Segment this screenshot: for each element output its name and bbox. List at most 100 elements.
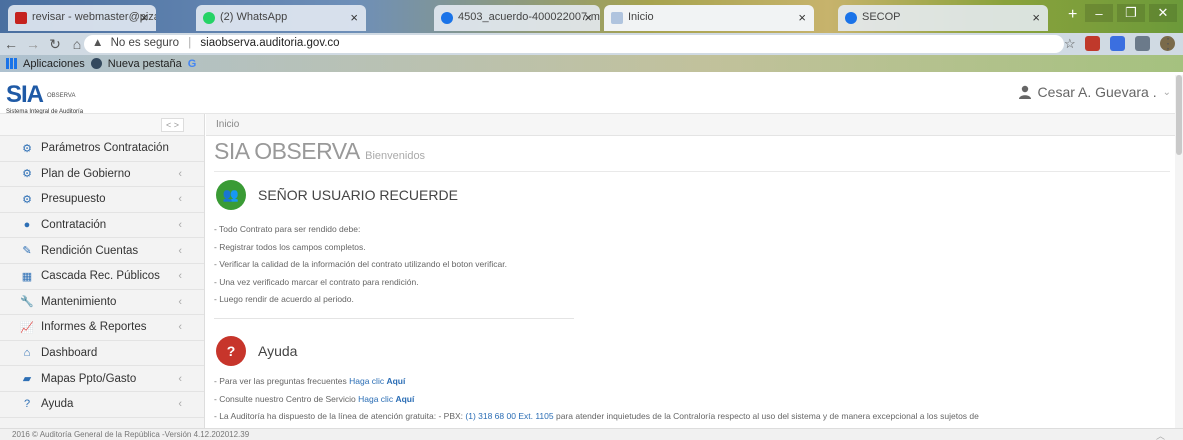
close-window-icon[interactable]: ✕ (1149, 4, 1177, 22)
user-menu[interactable]: Cesar A. Guevara . ⌄ (1018, 84, 1171, 100)
reload-icon[interactable]: ↻ (44, 36, 66, 53)
close-icon[interactable]: × (1032, 10, 1040, 25)
page-scrollbar[interactable] (1175, 75, 1183, 428)
apps-grid-icon[interactable] (6, 58, 17, 69)
browser-tab[interactable]: SECOP × (838, 5, 1048, 31)
sidebar-item-label: Presupuesto (41, 193, 106, 206)
browser-tab[interactable]: 4503_acuerdo-400022007-mane × (434, 5, 600, 31)
sidebar-item-label: Plan de Gobierno (41, 167, 131, 180)
breadcrumb-item[interactable]: Inicio (216, 119, 239, 130)
reminder-line: - Registrar todos los campos completos. (214, 241, 366, 252)
close-icon[interactable]: × (140, 10, 148, 25)
sidebar-toggle-row: < > (0, 114, 204, 136)
minimize-icon[interactable]: – (1085, 4, 1113, 22)
globe-icon (90, 58, 102, 69)
reminder-line: - Todo Contrato para ser rendido debe: (214, 224, 361, 234)
bookmark-star-icon[interactable]: ☆ (1064, 36, 1076, 52)
breadcrumb: Inicio (206, 114, 1175, 136)
new-tab-button[interactable]: + (1068, 6, 1077, 24)
bookmark-new-tab[interactable]: Nueva pestaña (108, 58, 182, 70)
user-name: Cesar A. Guevara . (1037, 84, 1157, 100)
puzzle-icon[interactable] (1135, 36, 1150, 51)
sidebar-item-cascada-rec-p-blicos[interactable]: ▦ Cascada Rec. Públicos ‹ (0, 264, 204, 290)
reminder-line: - Una vez verificado marcar el contrato … (214, 276, 419, 287)
cogs-icon: ⚙ (22, 142, 32, 155)
chevron-left-icon: ‹ (178, 219, 182, 232)
chevron-left-icon: ‹ (178, 270, 182, 283)
phone-link[interactable]: (1) 318 68 00 Ext. 1105 (465, 411, 553, 421)
scrollbar-thumb[interactable] (1176, 75, 1182, 155)
sidebar-item-label: Ayuda (41, 398, 74, 411)
sidebar-item-label: Rendición Cuentas (41, 244, 139, 257)
google-icon[interactable]: G (188, 58, 197, 70)
reminder-line: - Luego rendir de acuerdo al periodo. (214, 294, 354, 304)
cogs-icon: ⚙ (22, 193, 32, 206)
tab-label: (2) WhatsApp (220, 11, 288, 23)
close-icon[interactable]: × (350, 10, 358, 25)
browser-tab[interactable]: revisar - webmaster@pizasaesp × (8, 5, 156, 31)
browser-tab[interactable]: (2) WhatsApp × (196, 5, 366, 31)
extension-icon[interactable] (1085, 36, 1100, 51)
faq-link-bold: Aquí (386, 376, 406, 386)
faq-link[interactable]: Haga clic Aquí (349, 376, 405, 386)
faq-line: - Para ver las preguntas frecuentes Haga… (214, 376, 979, 394)
extension-icon[interactable] (1110, 36, 1125, 51)
maximize-icon[interactable]: ❐ (1117, 4, 1145, 22)
sidebar-item-label: Parámetros Contratación (41, 142, 169, 155)
chevron-left-icon: ‹ (178, 193, 182, 206)
user-icon (1018, 85, 1031, 99)
close-icon[interactable]: × (584, 10, 592, 25)
reminder-title: SEÑOR USUARIO RECUERDE (258, 187, 458, 203)
chevron-down-icon: ⌄ (1162, 86, 1171, 98)
faq-text: - Para ver las preguntas frecuentes (214, 376, 350, 386)
sidebar-item-presupuesto[interactable]: ⚙ Presupuesto ‹ (0, 187, 204, 213)
chevron-up-icon[interactable]: ︿ (1156, 429, 1165, 440)
cogs-icon: ⚙ (22, 168, 32, 181)
gmail-icon (15, 12, 27, 24)
main-content: Inicio SIA OBSERVA Bienvenidos 👥 SEÑOR U… (206, 114, 1175, 428)
warning-icon[interactable]: ▲ (92, 37, 103, 49)
sidebar-item-label: Contratación (41, 219, 107, 232)
sidebar-item-mantenimiento[interactable]: 🔧 Mantenimiento ‹ (0, 290, 204, 316)
whatsapp-icon (203, 12, 215, 24)
app-header: SIA OBSERVA Sistema Integral de Auditorí… (0, 72, 1183, 115)
browser-toolbar: ← → ↻ ⌂ ▲ No es seguro | siaobserva.audi… (0, 33, 1183, 55)
sidebar-item-mapas-ppto-gasto[interactable]: ▰ Mapas Ppto/Gasto ‹ (0, 366, 204, 392)
sidebar-item-informes-reportes[interactable]: 📈 Informes & Reportes ‹ (0, 315, 204, 341)
sidebar-item-label: Cascada Rec. Públicos (41, 270, 160, 283)
bookmark-apps[interactable]: Aplicaciones (23, 58, 85, 70)
security-label: No es seguro (110, 37, 179, 49)
grid-icon: ▦ (21, 270, 33, 283)
chevron-left-icon: ‹ (178, 244, 182, 257)
help-title: Ayuda (258, 343, 298, 359)
service-link[interactable]: Haga clic Aquí (358, 394, 414, 404)
divider (214, 317, 574, 319)
sidebar-item-rendici-n-cuentas[interactable]: ✎ Rendición Cuentas ‹ (0, 238, 204, 264)
reminder-line: - Verificar la calidad de la información… (214, 259, 507, 269)
tab-label: SECOP (862, 11, 901, 23)
chevron-left-icon: ‹ (178, 398, 182, 411)
wrench-icon: 🔧 (20, 296, 34, 309)
close-icon[interactable]: × (798, 10, 806, 25)
sia-logo[interactable]: SIA OBSERVA Sistema Integral de Auditorí… (6, 81, 83, 115)
logo-suffix: OBSERVA (47, 93, 76, 99)
footer: 2016 © Auditoría General de la República… (0, 428, 1183, 440)
sidebar-collapse-button[interactable]: < > (160, 118, 184, 132)
back-icon[interactable]: ← (0, 36, 22, 52)
bookmarks-bar: Aplicaciones Nueva pestaña G (0, 55, 1183, 72)
sidebar-item-contrataci-n[interactable]: ● Contratación ‹ (0, 213, 204, 239)
sidebar-item-par-metros-contrataci-n[interactable]: ⚙ Parámetros Contratación (0, 136, 204, 162)
browser-menu-icon[interactable]: ⋮ (1161, 35, 1175, 52)
sidebar-item-ayuda[interactable]: ? Ayuda ‹ (0, 392, 204, 418)
sidebar-item-dashboard[interactable]: ⌂ Dashboard (0, 341, 204, 367)
footer-text: 2016 © Auditoría General de la República… (12, 430, 250, 439)
address-bar[interactable]: ▲ No es seguro | siaobserva.auditoria.go… (84, 35, 1064, 53)
chevron-left-icon: ‹ (178, 295, 182, 308)
sidebar-item-plan-de-gobierno[interactable]: ⚙ Plan de Gobierno ‹ (0, 162, 204, 188)
forward-icon[interactable]: → (22, 36, 44, 52)
faq-link-text: Haga clic (349, 376, 387, 386)
browser-tab-active[interactable]: Inicio × (604, 5, 814, 31)
service-text: - Consulte nuestro Centro de Servicio (214, 393, 359, 404)
home-icon: ⌂ (23, 347, 31, 360)
globe-icon (441, 12, 453, 24)
